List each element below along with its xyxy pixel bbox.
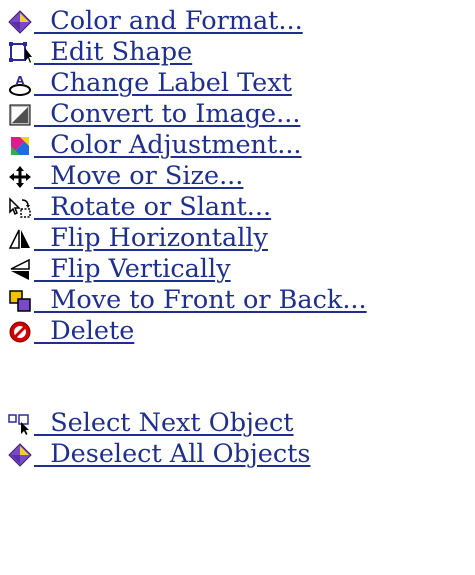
menu-item-flip-horizontally[interactable]: Flip Horizontally: [0, 223, 475, 253]
menu-item-flip-vertically[interactable]: Flip Vertically: [0, 254, 475, 284]
menu-item-label: Color Adjustment...: [34, 130, 302, 160]
label-text-icon: A: [8, 72, 32, 96]
menu-item-label: Move to Front or Back...: [34, 285, 367, 315]
delete-icon: [8, 320, 32, 344]
edit-shape-icon: [8, 41, 32, 65]
menu-item-label: Flip Horizontally: [34, 223, 268, 253]
menu-item-color-and-format[interactable]: Color and Format...: [0, 6, 475, 36]
front-back-icon: [8, 289, 32, 313]
menu-item-label: Deselect All Objects: [34, 439, 311, 469]
menu-item-color-adjustment[interactable]: Color Adjustment...: [0, 130, 475, 160]
menu-item-label: Color and Format...: [34, 6, 303, 36]
menu-item-label: Rotate or Slant...: [34, 192, 272, 222]
menu-item-convert-to-image[interactable]: Convert to Image...: [0, 99, 475, 129]
image-icon: [8, 103, 32, 127]
menu-item-delete[interactable]: Delete: [0, 316, 475, 346]
menu-item-label: Move or Size...: [34, 161, 244, 191]
menu-item-label: Convert to Image...: [34, 99, 301, 129]
menu-item-label: Delete: [34, 316, 135, 346]
menu-item-label: Flip Vertically: [34, 254, 231, 284]
color-adjust-icon: [8, 134, 32, 158]
diamond-icon: [8, 443, 32, 467]
menu-item-change-label-text[interactable]: A Change Label Text: [0, 68, 475, 98]
flip-vertical-icon: [8, 258, 32, 282]
menu-item-label: Select Next Object: [34, 408, 294, 438]
menu-item-label: Change Label Text: [34, 68, 292, 98]
menu-item-deselect-all-objects[interactable]: Deselect All Objects: [0, 439, 475, 469]
diamond-icon: [8, 10, 32, 34]
flip-horizontal-icon: [8, 227, 32, 251]
menu-item-edit-shape[interactable]: Edit Shape: [0, 37, 475, 67]
menu-item-move-to-front-or-back[interactable]: Move to Front or Back...: [0, 285, 475, 315]
select-next-icon: [8, 412, 32, 436]
move-icon: [8, 165, 32, 189]
menu-item-label: Edit Shape: [34, 37, 193, 67]
menu-item-select-next-object[interactable]: Select Next Object: [0, 408, 475, 438]
menu-item-rotate-or-slant[interactable]: Rotate or Slant...: [0, 192, 475, 222]
rotate-icon: [8, 196, 32, 220]
menu-item-move-or-size[interactable]: Move or Size...: [0, 161, 475, 191]
svg-text:A: A: [16, 74, 25, 87]
